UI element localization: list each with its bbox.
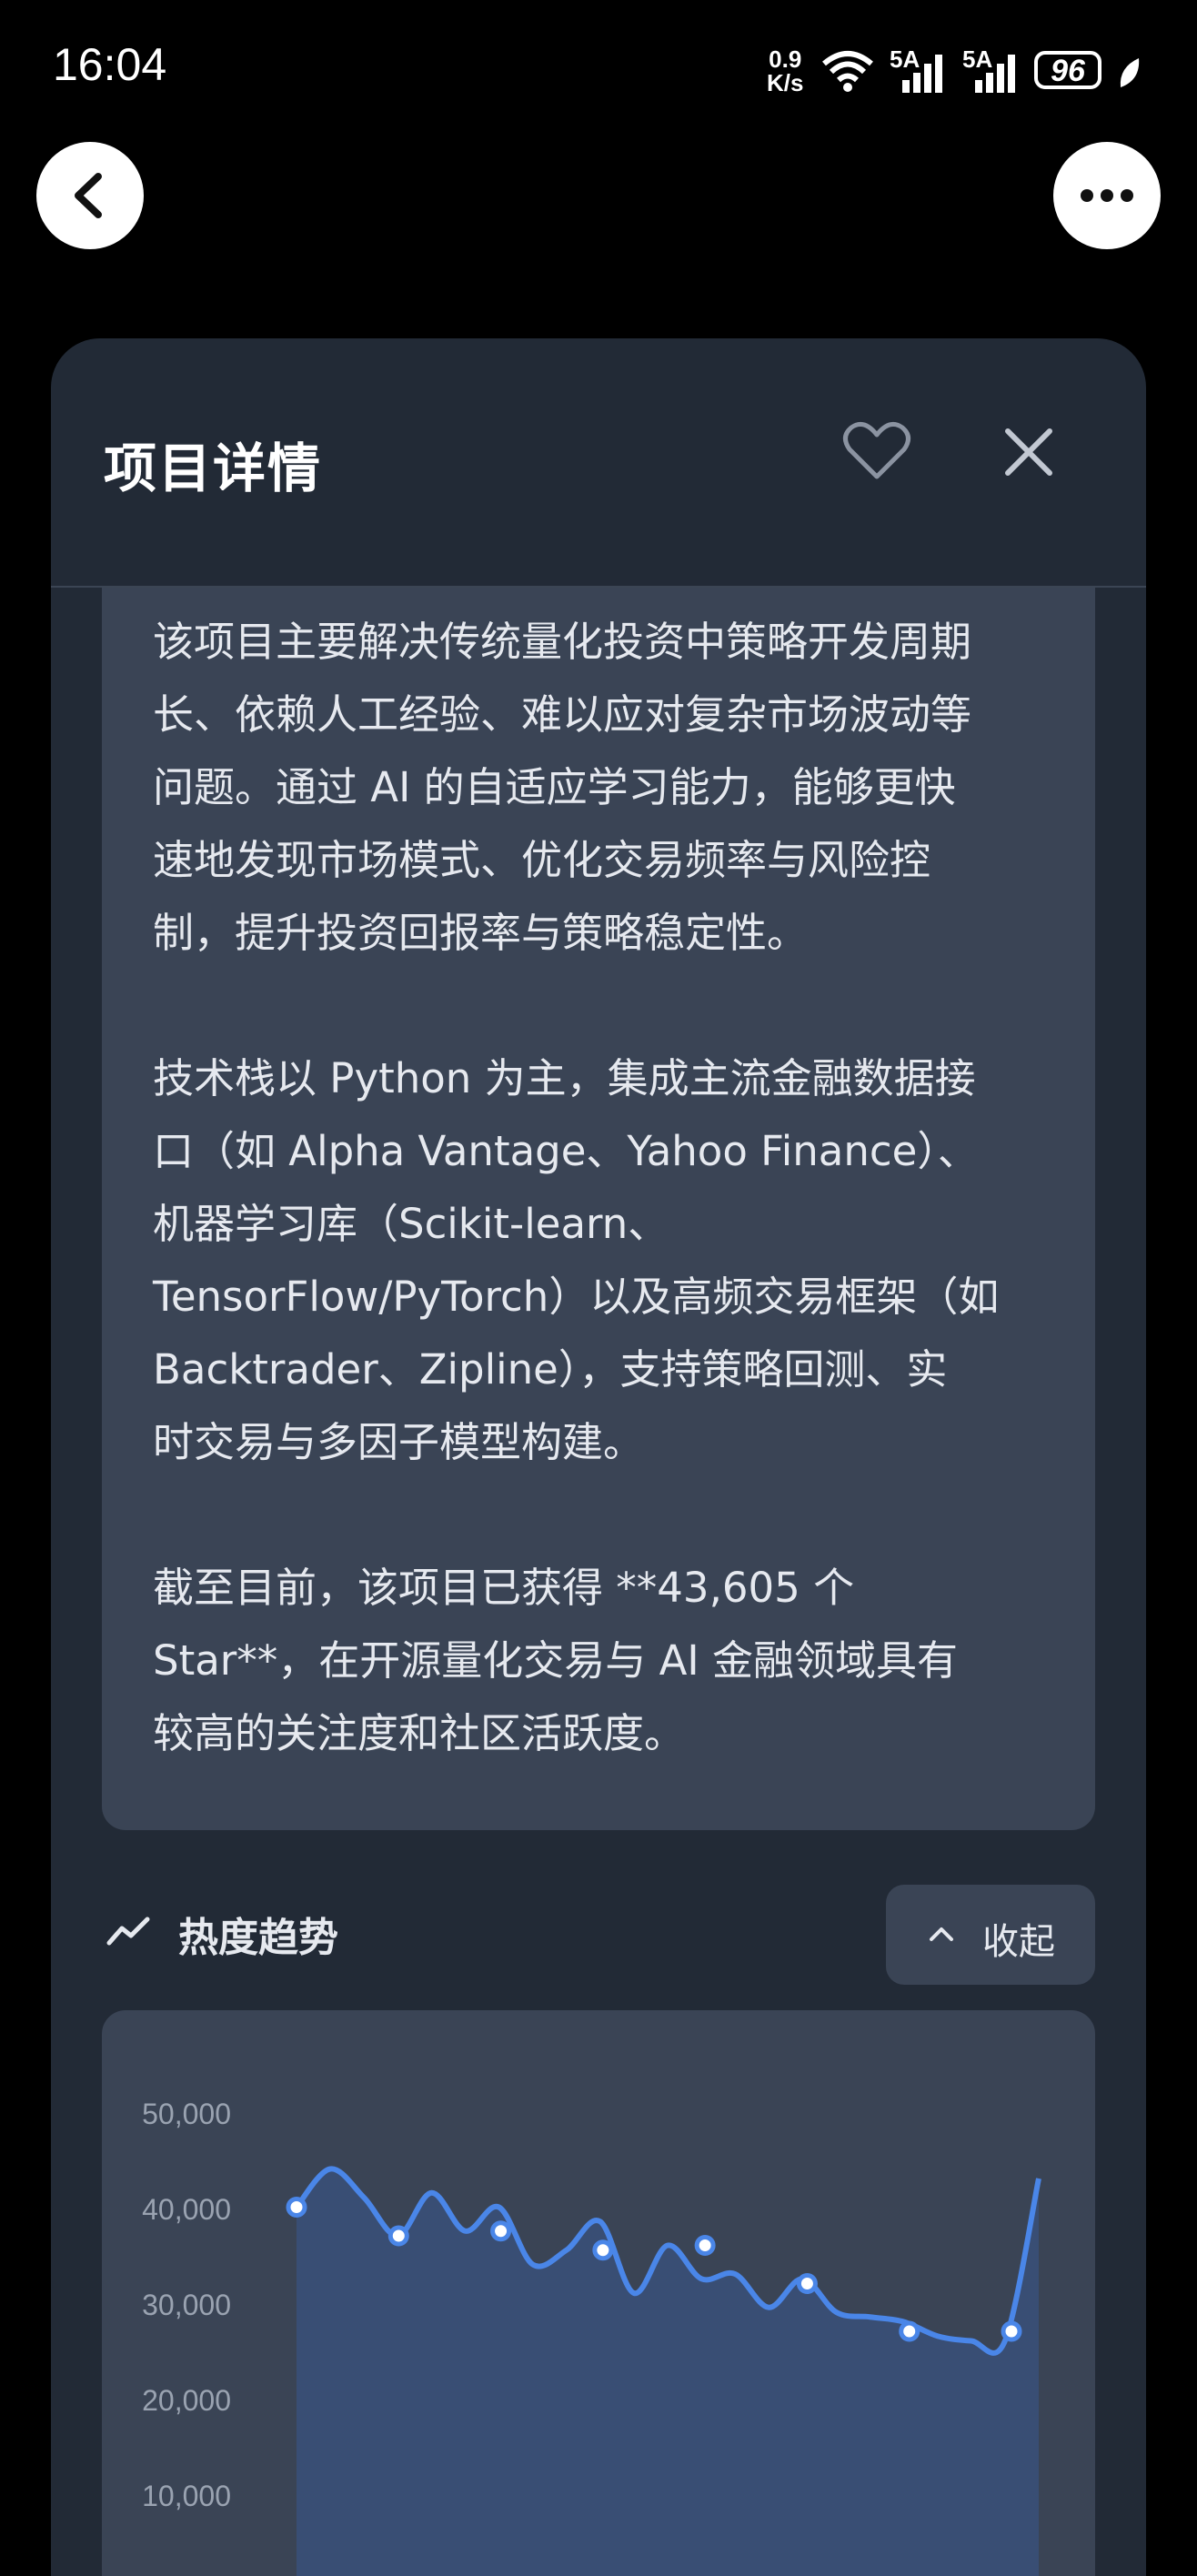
collapse-label: 收起 [982,1921,1055,1963]
net-speed: 0.9 K/s [767,47,803,95]
trend-point[interactable] [899,2320,920,2342]
close-icon[interactable] [1002,426,1055,478]
net-speed-unit: K/s [767,69,804,96]
panel-title: 项目详情 [104,438,323,499]
description-card: 该项目主要解决传统量化投资中策略开发周期 长、依赖人工经验、难以应对复杂市场波动… [102,588,1095,1830]
wifi-icon [822,51,873,92]
trend-point[interactable] [592,2239,614,2261]
collapse-button[interactable]: 收起 [886,1885,1095,1985]
trend-title: 热度趋势 [178,1915,338,1961]
signal-bars-icon-2 [975,55,1015,93]
chevron-left-icon [75,173,102,218]
trend-point[interactable] [490,2220,512,2242]
more-button[interactable] [1053,142,1161,249]
chevron-up-icon [930,1927,953,1941]
leaf-icon [1120,58,1140,87]
trend-point[interactable] [796,2273,818,2294]
back-button[interactable] [36,142,144,249]
stars-paragraph: 截至目前，该项目已获得 **43,605 个 Star**，在开源量化交易与 A… [153,1564,958,1757]
trend-point[interactable] [286,2197,307,2218]
more-dots-icon [1081,189,1133,202]
trend-line-icon [106,1917,150,1946]
trend-chart-card: 50,000 40,000 30,000 20,000 10,000 [102,2010,1095,2576]
heart-outline-icon[interactable] [842,418,911,482]
description-paragraph: 该项目主要解决传统量化投资中策略开发周期 长、依赖人工经验、难以应对复杂市场波动… [153,618,972,957]
tech-stack-paragraph: 技术栈以 Python 为主，集成主流金融数据接 口（如 Alpha Vanta… [153,1054,1000,1466]
net-speed-value: 0.9 [769,45,802,73]
project-detail-panel: 项目详情 该项目主要解决传统量化投资中策略开发周期 长、依赖人工经验、难以应对复… [51,338,1146,2576]
trend-chart [286,2166,1041,2576]
trend-point[interactable] [694,2235,716,2256]
trend-point[interactable] [387,2225,409,2247]
trend-point[interactable] [1001,2320,1022,2342]
signal-bars-icon [902,55,942,93]
battery-indicator: 96 [1034,51,1101,89]
status-time: 16:04 [53,39,167,90]
